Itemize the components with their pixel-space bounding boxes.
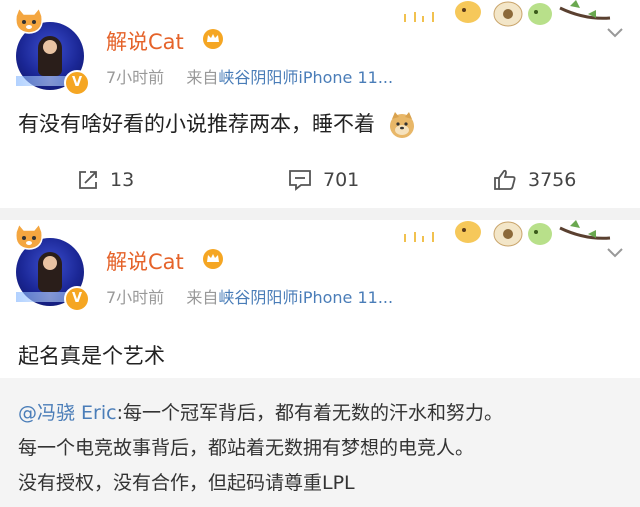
post-time: 7小时前 bbox=[106, 288, 165, 307]
post-actions: 13 701 3756 bbox=[0, 162, 640, 198]
post-text: 有没有啥好看的小说推荐两本，睡不着 bbox=[18, 112, 375, 136]
post-content: 有没有啥好看的小说推荐两本，睡不着 bbox=[18, 108, 416, 139]
username[interactable]: 解说Cat bbox=[106, 246, 184, 276]
repost-count: 13 bbox=[110, 169, 135, 191]
card-decoration bbox=[404, 220, 611, 247]
source-prefix: 来自 bbox=[186, 288, 219, 307]
comment-count: 701 bbox=[323, 169, 360, 191]
card-decoration bbox=[404, 0, 611, 27]
post-meta: 7小时前 来自峡谷阴阳师iPhone 11... bbox=[106, 284, 393, 308]
username[interactable]: 解说Cat bbox=[106, 26, 184, 56]
comment-icon bbox=[289, 170, 311, 191]
post-time: 7小时前 bbox=[106, 68, 165, 87]
retweet-line-2: 每一个电竞故事背后，都站着无数拥有梦想的电竞人。 bbox=[18, 437, 475, 459]
avatar[interactable]: V bbox=[15, 6, 90, 96]
doge-icon bbox=[389, 112, 414, 138]
cat-avatar-pendant-icon bbox=[15, 222, 43, 250]
post-source-link[interactable]: 峡谷阴阳师iPhone 11... bbox=[218, 288, 393, 307]
vip-crown-icon[interactable] bbox=[202, 28, 224, 50]
retweet-line-3: 没有授权，没有合作，但起码请尊重LPL bbox=[18, 472, 355, 494]
repost-button[interactable]: 13 bbox=[76, 162, 134, 198]
thumbs-up-icon bbox=[494, 169, 516, 190]
post-source-link[interactable]: 峡谷阴阳师iPhone 11... bbox=[218, 68, 393, 87]
post-content: 起名真是个艺术 bbox=[18, 340, 165, 370]
post-text: 起名真是个艺术 bbox=[18, 344, 165, 368]
cat-avatar-pendant-icon bbox=[15, 6, 43, 34]
avatar[interactable]: V bbox=[15, 222, 90, 312]
like-count: 3756 bbox=[528, 169, 577, 191]
verified-badge-icon: V bbox=[64, 286, 90, 312]
chevron-down-icon[interactable] bbox=[606, 26, 624, 40]
vip-crown-icon[interactable] bbox=[202, 248, 224, 270]
chevron-down-icon[interactable] bbox=[606, 246, 624, 260]
retweet-line-1: @冯骁 Eric:每一个冠军背后，都有着无数的汗水和努力。 bbox=[18, 402, 503, 424]
source-prefix: 来自 bbox=[186, 68, 219, 87]
like-button[interactable]: 3756 bbox=[492, 162, 576, 198]
mention-link[interactable]: @冯骁 Eric bbox=[18, 402, 117, 424]
verified-badge-icon: V bbox=[64, 70, 90, 96]
weibo-post-1: V 解说Cat 7小时前 来自峡谷阴阳师iPhone 11... 有没有啥好看的… bbox=[0, 0, 640, 208]
comment-button[interactable]: 701 bbox=[287, 162, 359, 198]
post-meta: 7小时前 来自峡谷阴阳师iPhone 11... bbox=[106, 64, 393, 88]
retweet-box[interactable]: @冯骁 Eric:每一个冠军背后，都有着无数的汗水和努力。 每一个电竞故事背后，… bbox=[0, 378, 640, 507]
weibo-post-2: V 解说Cat 7小时前 来自峡谷阴阳师iPhone 11... 起名真是个艺术… bbox=[0, 220, 640, 507]
repost-icon bbox=[79, 171, 97, 189]
